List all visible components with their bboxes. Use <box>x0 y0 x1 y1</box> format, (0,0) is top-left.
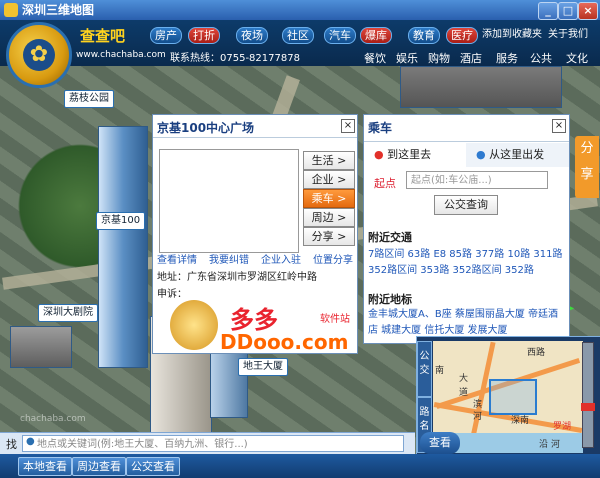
place-photo <box>159 149 299 253</box>
app-icon <box>4 3 18 17</box>
start-label: 起点 <box>374 177 396 190</box>
transit-title: 乘车 <box>368 121 393 135</box>
divider <box>153 137 357 138</box>
red-pin-icon: ● <box>374 148 384 161</box>
bus-layer-label: 公交 <box>419 351 430 376</box>
bus-layer-toggle[interactable]: 公交 <box>417 341 432 397</box>
close-button[interactable]: × <box>578 2 598 20</box>
landmark-shenzhen-theater[interactable]: 深圳大剧院 <box>38 304 98 322</box>
search-icon: ● <box>26 436 35 447</box>
search-bar: 找 地点或关键词(例:地王大厦、百纳九洲、银行...) ● <box>0 432 415 455</box>
minimap-label: 深南 <box>511 416 530 426</box>
popup-close-button[interactable]: × <box>341 119 355 133</box>
minimap-label: 道 <box>459 388 469 398</box>
tab-car[interactable]: 汽车 <box>324 27 356 44</box>
search-input[interactable]: 地点或关键词(例:地王大厦、百纳九洲、银行...) <box>22 435 404 452</box>
hotline: 联系热线：0755-82177878 <box>170 53 300 64</box>
category-dining[interactable]: 餐饮 <box>364 50 386 66</box>
minimap-label: 大 <box>459 374 469 384</box>
minimap-label: 西路 <box>527 348 546 358</box>
category-entertainment[interactable]: 娱乐 <box>396 50 418 66</box>
about-link[interactable]: 关于我们 <box>548 25 588 40</box>
nearby-transit-list[interactable]: 7路区间 63路 E8 85路 377路 10路 311路 352路区间 353… <box>368 247 564 279</box>
add-favorite-link[interactable]: 添加到收藏夹 <box>482 25 542 40</box>
tab-community[interactable]: 社区 <box>282 27 314 44</box>
paw-icon: ✿ <box>23 39 55 71</box>
horse-logo-icon <box>170 300 218 350</box>
tab-depart-here-label: 从这里出发 <box>489 148 545 161</box>
zoom-slider[interactable] <box>581 342 595 448</box>
transit-button[interactable]: 乘车 > <box>303 189 355 208</box>
category-shopping[interactable]: 购物 <box>428 50 450 66</box>
minimap-label: 河 <box>551 440 561 450</box>
site-watermark: 多多 软件站 DDooo.com <box>170 300 400 358</box>
title-bar: 深圳三维地图 _ □ × <box>0 0 600 20</box>
minimap-label: 沿 <box>539 440 549 450</box>
tab-depart-here[interactable]: ● 从这里出发 <box>466 143 569 167</box>
category-public[interactable]: 公共 <box>530 50 552 66</box>
local-view-button[interactable]: 本地查看 <box>18 457 72 476</box>
logo: ✿ <box>6 22 72 88</box>
building <box>400 66 562 108</box>
company-button[interactable]: 企业 > <box>303 170 355 189</box>
maximize-button[interactable]: □ <box>558 2 578 20</box>
bus-search-button[interactable]: 公交查询 <box>434 195 498 215</box>
minimap-label: 南 <box>435 366 445 376</box>
building <box>10 326 72 368</box>
place-comment: 申诉： <box>157 289 187 300</box>
divider <box>364 141 569 142</box>
view-details-link[interactable]: 查看详情 <box>157 251 197 266</box>
report-error-link[interactable]: 我要纠错 <box>209 251 249 266</box>
zoom-slider-thumb[interactable] <box>581 403 595 411</box>
site-url: www.chachaba.com <box>76 50 166 60</box>
building-tower <box>98 126 148 368</box>
landmark-diwang-building[interactable]: 地王大厦 <box>238 358 288 376</box>
tab-medical[interactable]: 医疗 <box>446 27 478 44</box>
tab-nightlife[interactable]: 夜场 <box>236 27 268 44</box>
share-button[interactable]: 分享 > <box>303 227 355 246</box>
blue-pin-icon: ● <box>476 148 486 161</box>
tab-house[interactable]: 房产 <box>150 27 182 44</box>
nearby-button[interactable]: 周边 > <box>303 208 355 227</box>
nearby-transit-title: 附近交通 <box>368 231 412 244</box>
road-name-label: 路名 <box>419 407 430 432</box>
watermark-domain: DDooo.com <box>220 330 349 354</box>
category-hotel[interactable]: 酒店 <box>460 50 482 66</box>
nearby-view-button[interactable]: 周边查看 <box>72 457 126 476</box>
brand-name: 查查吧 <box>80 27 126 45</box>
share-location-link[interactable]: 位置分享 <box>313 251 353 266</box>
minimap-label: 河 <box>473 412 483 422</box>
tab-hot[interactable]: 爆库 <box>360 27 392 44</box>
transit-close-button[interactable]: × <box>552 119 566 133</box>
start-input[interactable]: 起点(如:车公庙...) <box>406 171 548 189</box>
map-watermark: chachaba.com <box>20 414 86 424</box>
watermark-sub: 软件站 <box>320 314 350 325</box>
minimize-button[interactable]: _ <box>538 2 558 20</box>
tab-go-here[interactable]: ● 到这里去 <box>364 143 464 167</box>
life-button[interactable]: 生活 > <box>303 151 355 170</box>
bus-view-button[interactable]: 公交查看 <box>126 457 180 476</box>
tab-go-here-label: 到这里去 <box>387 148 432 161</box>
window-title: 深圳三维地图 <box>22 3 95 17</box>
landmark-kk100[interactable]: 京基100 <box>96 212 146 230</box>
category-culture[interactable]: 文化 <box>566 50 588 66</box>
tab-education[interactable]: 教育 <box>408 27 440 44</box>
place-title: 京基100中心广场 <box>157 121 255 135</box>
minimap-search-button[interactable]: 查看 <box>420 432 460 454</box>
minimap-viewport[interactable] <box>489 379 537 415</box>
share-side-tab[interactable]: 分享 <box>575 136 599 198</box>
landmark-lizhi-park[interactable]: 荔枝公园 <box>64 90 114 108</box>
minimap-label: 罗湖 <box>553 422 572 432</box>
place-address: 地址：广东省深圳市罗湖区红岭中路 <box>157 272 317 283</box>
bottom-toolbar: 本地查看 周边查看 公交查看 <box>0 454 600 478</box>
company-join-link[interactable]: 企业入驻 <box>261 251 301 266</box>
search-label: 找 <box>6 438 17 451</box>
tab-discount[interactable]: 打折 <box>188 27 220 44</box>
category-service[interactable]: 服务 <box>496 50 518 66</box>
